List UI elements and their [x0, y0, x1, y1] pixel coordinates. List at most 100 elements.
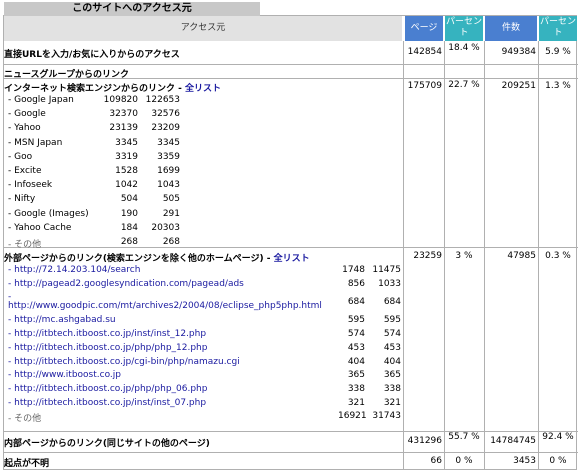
- external-count: 47985: [507, 251, 536, 261]
- row-divider: [4, 247, 578, 248]
- external-link-url[interactable]: - http://itbtech.itboost.co.jp/cgi-bin/p…: [8, 357, 240, 367]
- engine-pages: 1042: [115, 180, 138, 191]
- engine-name: - Google: [8, 109, 46, 120]
- engine-count: 122653: [145, 95, 180, 105]
- engine-pages: 504: [120, 194, 138, 205]
- external-page: 23259: [413, 251, 442, 261]
- header-count: 件数: [485, 16, 537, 41]
- engine-pages: 184: [120, 222, 138, 233]
- external-link-pages: 856: [347, 278, 365, 289]
- external-link-count: 404: [383, 356, 401, 367]
- external-label: 外部ページからのリンク(検索エンジンを除く他のホームページ) - 全リスト: [4, 251, 310, 264]
- external-link-count: 574: [383, 329, 401, 340]
- engine-count: 3359: [157, 151, 180, 162]
- external-link-pages: 684: [347, 297, 365, 308]
- search-pct1: 22.7 %: [448, 80, 480, 90]
- external-link-url[interactable]: - http://72.14.203.104/search: [8, 265, 140, 275]
- direct-pct1: 18.4 %: [448, 43, 480, 53]
- external-link-url[interactable]: - http://pagead2.googlesyndication.com/p…: [8, 279, 244, 289]
- search-full-list-link[interactable]: 全リスト: [185, 84, 221, 94]
- engine-pages: 1528: [115, 166, 138, 176]
- external-link-pages: 453: [347, 342, 365, 353]
- unknown-page: 66: [430, 456, 442, 466]
- direct-count: 949384: [501, 47, 536, 57]
- panel-title: このサイトへのアクセス元: [4, 2, 260, 16]
- engine-name: - Goo: [8, 151, 33, 162]
- internal-pct1: 55.7 %: [448, 432, 480, 442]
- engine-name: - Yahoo Cache: [8, 222, 72, 233]
- header-source: アクセス元: [4, 16, 402, 41]
- engine-pages: 268: [120, 237, 138, 247]
- external-link-pages: 321: [347, 397, 365, 408]
- header-percent-1: パーセント: [445, 16, 483, 41]
- external-link-count: 338: [383, 383, 401, 394]
- engine-count: 1699: [157, 166, 180, 176]
- external-link-url: - その他: [8, 414, 42, 425]
- external-link-url[interactable]: - http://itbtech.itboost.co.jp/php/php_1…: [8, 343, 207, 353]
- search-pct2: 1.3 %: [545, 81, 571, 91]
- unknown-label: 起点が不明: [4, 459, 50, 469]
- internal-pct2: 92.4 %: [542, 432, 574, 442]
- unknown-pct2: 0 %: [549, 456, 567, 466]
- internal-label: 内部ページからのリンク(同じサイトの他のページ): [4, 439, 210, 449]
- engine-pages: 190: [120, 208, 138, 219]
- external-link-url[interactable]: - http://mc.ashgabad.su: [8, 315, 116, 325]
- news-label: ニュースグループからのリンク: [4, 70, 130, 80]
- unknown-pct1: 0 %: [455, 456, 473, 466]
- engine-name: - Yahoo: [8, 123, 41, 134]
- external-full-list-link[interactable]: 全リスト: [274, 254, 310, 264]
- engine-name: - その他: [8, 240, 42, 250]
- engine-count: 505: [162, 194, 180, 205]
- external-link-pages: 595: [347, 315, 365, 326]
- external-link-count: 684: [383, 297, 401, 308]
- external-link-pages: 1748: [342, 265, 365, 275]
- external-link-pages: 404: [347, 356, 365, 367]
- external-link-pages: 16921: [338, 411, 367, 422]
- engine-name: - MSN Japan: [8, 137, 63, 148]
- engine-count: 20303: [151, 222, 180, 233]
- header-percent-2: パーセント: [539, 16, 577, 41]
- external-link-count: 321: [383, 397, 401, 408]
- external-link-count: 595: [383, 315, 401, 326]
- row-divider: [4, 431, 578, 432]
- external-link-count: 31743: [372, 411, 401, 422]
- external-link-url[interactable]: - http://itbtech.itboost.co.jp/php/php_0…: [8, 384, 207, 394]
- external-link-url-continued[interactable]: http://www.goodpic.com/mt/archives2/2004…: [8, 301, 322, 311]
- engine-pages: 23139: [109, 123, 138, 134]
- engine-pages: 32370: [109, 109, 138, 120]
- external-pct1: 3 %: [455, 251, 473, 261]
- row-divider: [4, 452, 578, 453]
- search-label: インターネット検索エンジンからのリンク - 全リスト: [4, 81, 221, 94]
- engine-name: - Infoseek: [8, 180, 53, 191]
- external-link-pages: 365: [347, 370, 365, 381]
- internal-count: 14784745: [490, 436, 536, 446]
- search-page: 175709: [407, 81, 442, 91]
- engine-count: 268: [162, 237, 180, 247]
- search-count: 209251: [501, 81, 536, 91]
- external-label-text: 外部ページからのリンク(検索エンジンを除く他のホームページ) -: [4, 254, 274, 264]
- internal-page: 431296: [407, 436, 442, 446]
- external-link-count: 11475: [372, 265, 401, 275]
- engine-count: 23209: [151, 123, 180, 134]
- grid-line: [403, 41, 404, 470]
- external-link-pages: 574: [347, 329, 365, 340]
- engine-count: 32576: [151, 109, 180, 120]
- external-link-url[interactable]: - http://itbtech.itboost.co.jp/inst/inst…: [8, 398, 206, 408]
- engine-count: 291: [162, 208, 180, 219]
- direct-page: 142854: [407, 47, 442, 57]
- engine-name: - Excite: [8, 166, 42, 176]
- engine-name: - Nifty: [8, 194, 36, 205]
- engine-pages: 3319: [115, 151, 138, 162]
- external-link-url[interactable]: - http://itbtech.itboost.co.jp/inst/inst…: [8, 329, 206, 339]
- external-link-pages: 338: [347, 383, 365, 394]
- direct-pct2: 5.9 %: [545, 47, 571, 57]
- engine-pages: 109820: [103, 95, 138, 105]
- unknown-count: 3453: [513, 456, 536, 466]
- header-page: ページ: [405, 16, 443, 41]
- external-link-url[interactable]: - http://www.itboost.co.jp: [8, 370, 121, 380]
- engine-name: - Google Japan: [8, 95, 74, 105]
- engine-count: 1043: [157, 180, 180, 191]
- external-pct2: 0.3 %: [545, 251, 571, 261]
- search-label-text: インターネット検索エンジンからのリンク -: [4, 84, 186, 94]
- external-link-count: 453: [383, 342, 401, 353]
